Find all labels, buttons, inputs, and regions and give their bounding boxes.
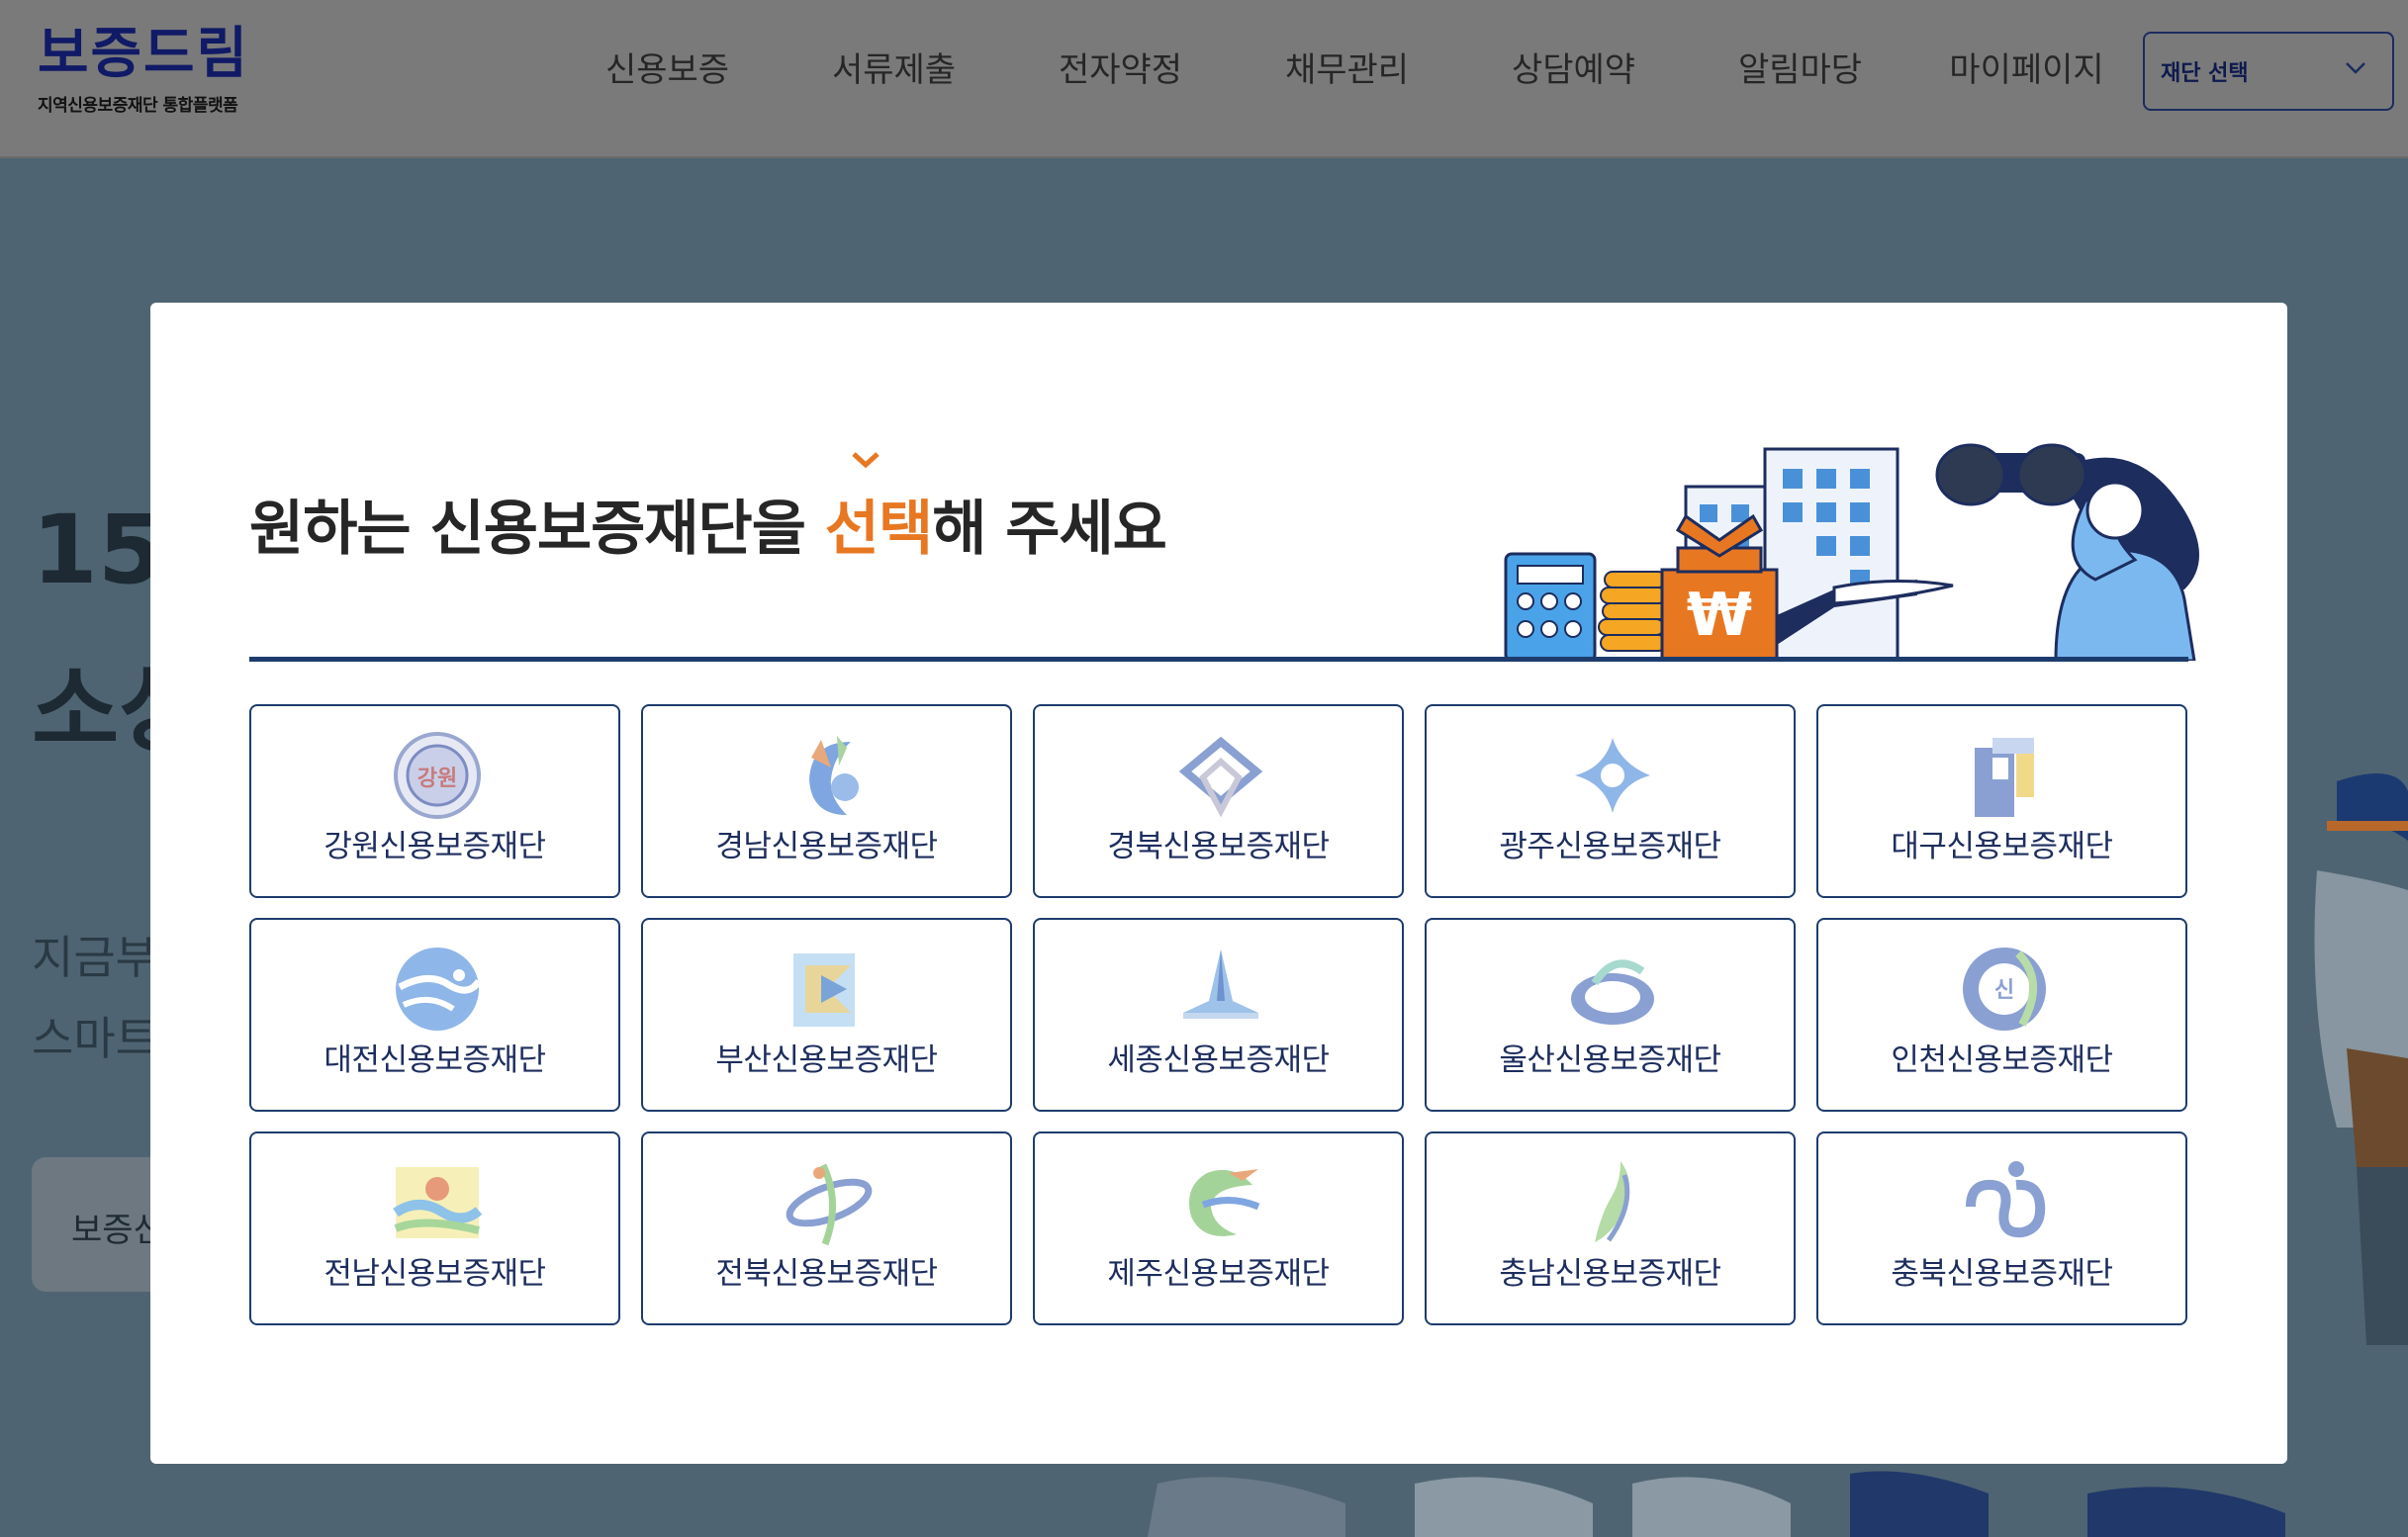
nav-document-submission[interactable]: 서류제출	[781, 45, 1007, 95]
gyeongbuk-emblem-icon	[1173, 728, 1268, 823]
foundation-label: 충남신용보증재단	[1499, 1256, 1721, 1292]
nav-debt-management[interactable]: 채무관리	[1234, 45, 1460, 95]
nav-notice[interactable]: 알림마당	[1687, 45, 1913, 95]
foundation-card-chungbuk[interactable]: 충북신용보증재단	[1816, 1131, 2187, 1325]
foundation-card-jeonnam[interactable]: 전남신용보증재단	[249, 1131, 620, 1325]
foundation-label: 전북신용보증재단	[715, 1256, 938, 1292]
foundation-label: 세종신용보증재단	[1107, 1042, 1330, 1078]
hero-description-line1: 지금부	[32, 931, 157, 984]
daejeon-emblem-icon	[390, 942, 485, 1037]
accent-chevron-icon	[852, 452, 880, 469]
foundation-card-incheon[interactable]: 신인천신용보증재단	[1816, 918, 2187, 1112]
main-nav: 신용보증 서류제출 전자약정 채무관리 상담예약 알림마당 마이페이지	[554, 45, 2140, 95]
hero-shoes-illustration	[1148, 1471, 2285, 1537]
chungbuk-emblem-icon	[1957, 1155, 2052, 1250]
foundation-label: 경남신용보증재단	[715, 829, 938, 864]
foundation-label: 인천신용보증재단	[1891, 1042, 2113, 1078]
incheon-emblem-icon: 신	[1957, 942, 2052, 1037]
chevron-down-icon	[2346, 62, 2365, 74]
modal-title: 원하는 신용보증재단을 선택해 주세요	[249, 481, 1167, 567]
foundation-label: 경북신용보증재단	[1107, 829, 1330, 864]
sejong-emblem-icon	[1173, 942, 1268, 1037]
foundation-card-jeju[interactable]: 제주신용보증재단	[1033, 1131, 1404, 1325]
foundation-card-chungnam[interactable]: 충남신용보증재단	[1425, 1131, 1796, 1325]
foundation-label: 제주신용보증재단	[1107, 1256, 1330, 1292]
jeonbuk-emblem-icon	[782, 1155, 877, 1250]
foundation-label: 울산신용보증재단	[1499, 1042, 1721, 1078]
foundation-card-sejong[interactable]: 세종신용보증재단	[1033, 918, 1404, 1112]
gangwon-emblem-icon: 강원	[390, 728, 485, 823]
chungnam-emblem-icon	[1565, 1155, 1660, 1250]
title-divider	[249, 657, 2188, 662]
modal-title-accent: 선택	[824, 495, 933, 564]
jeonnam-emblem-icon	[390, 1155, 485, 1250]
hero-person-illustration	[2314, 773, 2408, 1345]
foundation-card-gwangju[interactable]: 광주신용보증재단	[1425, 704, 1796, 898]
site-header: 보증드림 지역신용보증재단 통합플랫폼 신용보증 서류제출 전자약정 채무관리 상담예약…	[0, 0, 2408, 158]
foundation-card-ulsan[interactable]: 울산신용보증재단	[1425, 918, 1796, 1112]
foundation-label: 광주신용보증재단	[1499, 829, 1721, 864]
modal-title-part1: 원하는 신용보증재단을	[249, 495, 825, 564]
site-logo[interactable]: 보증드림 지역신용보증재단 통합플랫폼	[38, 22, 250, 117]
gwangju-emblem-icon	[1565, 728, 1660, 823]
fund-select-dropdown[interactable]: 재단 선택	[2143, 32, 2394, 111]
busan-emblem-icon	[782, 942, 877, 1037]
svg-text:강원: 강원	[417, 767, 457, 791]
foundation-label: 부산신용보증재단	[715, 1042, 938, 1078]
foundation-label: 충북신용보증재단	[1891, 1256, 2113, 1292]
foundation-grid: 강원 강원신용보증재단 경남신용보증재단 경북신용보증재단 광주신용보증재단 대구신용보증…	[249, 704, 2187, 1325]
foundation-card-daejeon[interactable]: 대전신용보증재단	[249, 918, 620, 1112]
foundation-label: 대구신용보증재단	[1891, 829, 2113, 864]
hero-description-line2: 스마트	[32, 1012, 157, 1065]
fund-select-modal: 원하는 신용보증재단을 선택해 주세요 ₩ 강원 강원신용보증재단 경남신용보증…	[150, 303, 2287, 1464]
svg-text:신: 신	[1994, 978, 2014, 1003]
nav-credit-guarantee[interactable]: 신용보증	[554, 45, 781, 95]
foundation-card-gangwon[interactable]: 강원강원신용보증재단	[249, 704, 620, 898]
foundation-label: 대전신용보증재단	[324, 1042, 546, 1078]
daegu-emblem-icon	[1957, 728, 2052, 823]
logo-title: 보증드림	[38, 22, 250, 86]
ulsan-emblem-icon	[1565, 942, 1660, 1037]
svg-text:₩: ₩	[1687, 581, 1752, 650]
logo-subtitle: 지역신용보증재단 통합플랫폼	[38, 96, 238, 116]
foundation-card-jeonbuk[interactable]: 전북신용보증재단	[641, 1131, 1012, 1325]
hero-headline-line1: 15	[32, 495, 164, 605]
modal-title-part2: 해 주세요	[932, 495, 1167, 564]
foundation-label: 전남신용보증재단	[324, 1256, 546, 1292]
jeju-emblem-icon	[1173, 1155, 1268, 1250]
nav-e-agreement[interactable]: 전자약정	[1007, 45, 1234, 95]
binoculars-person-illustration: ₩	[1504, 443, 2199, 661]
foundation-card-daegu[interactable]: 대구신용보증재단	[1816, 704, 2187, 898]
fund-select-label: 재단 선택	[2161, 61, 2249, 86]
nav-mypage[interactable]: 마이페이지	[1913, 45, 2140, 95]
foundation-card-busan[interactable]: 부산신용보증재단	[641, 918, 1012, 1112]
nav-consultation[interactable]: 상담예약	[1460, 45, 1687, 95]
foundation-label: 강원신용보증재단	[324, 829, 546, 864]
foundation-card-gyeongnam[interactable]: 경남신용보증재단	[641, 704, 1012, 898]
foundation-card-gyeongbuk[interactable]: 경북신용보증재단	[1033, 704, 1404, 898]
gyeongnam-emblem-icon	[782, 728, 877, 823]
